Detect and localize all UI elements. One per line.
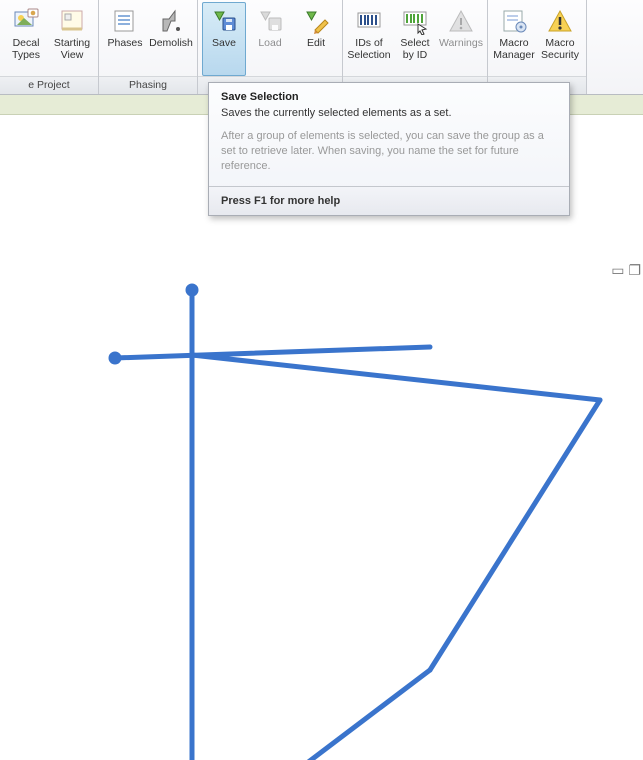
right-dock: ▭ ❐ bbox=[609, 260, 643, 281]
load-button: Load bbox=[248, 2, 292, 76]
ribbon-group: Phases Demolish Phasing bbox=[99, 0, 198, 94]
ids-of-selection-button[interactable]: IDs of Selection bbox=[347, 2, 391, 76]
macro-security-button[interactable]: Macro Security bbox=[538, 2, 582, 76]
macro-manager-icon bbox=[499, 6, 529, 36]
barcode-cursor-icon bbox=[400, 6, 430, 36]
dash-icon[interactable]: ▭ bbox=[611, 262, 624, 279]
button-label: Save bbox=[212, 38, 236, 50]
demolish-icon bbox=[156, 6, 186, 36]
ribbon-group: Macro Manager Macro Security bbox=[488, 0, 587, 94]
ribbon-group: Decal Types Starting View e Project bbox=[0, 0, 99, 94]
tooltip-title: Save Selection bbox=[209, 83, 569, 107]
phases-icon bbox=[110, 6, 140, 36]
button-label: Starting View bbox=[54, 38, 90, 61]
macro-security-icon bbox=[545, 6, 575, 36]
load-sel-icon bbox=[255, 6, 285, 36]
demolish-button[interactable]: Demolish bbox=[149, 2, 193, 76]
decal-types-button[interactable]: Decal Types bbox=[4, 2, 48, 76]
barcode-icon bbox=[354, 6, 384, 36]
tooltip-footer: Press F1 for more help bbox=[209, 186, 569, 215]
group-label: Phasing bbox=[99, 76, 197, 94]
phases-button[interactable]: Phases bbox=[103, 2, 147, 76]
group-label: e Project bbox=[0, 76, 98, 94]
tooltip-extra: After a group of elements is selected, y… bbox=[209, 129, 569, 186]
macro-manager-button[interactable]: Macro Manager bbox=[492, 2, 536, 76]
save-button[interactable]: Save bbox=[202, 2, 246, 76]
button-label: Select by ID bbox=[400, 38, 429, 61]
tooltip-description: Saves the currently selected elements as… bbox=[209, 107, 569, 129]
button-label: IDs of Selection bbox=[347, 38, 390, 61]
button-label: Edit bbox=[307, 38, 325, 50]
warnings-button: Warnings bbox=[439, 2, 483, 76]
starting-view-icon bbox=[57, 6, 87, 36]
save-sel-icon bbox=[209, 6, 239, 36]
tooltip: Save Selection Saves the currently selec… bbox=[208, 82, 570, 216]
decal-icon bbox=[11, 6, 41, 36]
edit-sel-icon bbox=[301, 6, 331, 36]
panel-icon[interactable]: ❐ bbox=[628, 262, 641, 279]
select-by-id-button[interactable]: Select by ID bbox=[393, 2, 437, 76]
warning-icon bbox=[446, 6, 476, 36]
button-label: Decal Types bbox=[12, 38, 40, 61]
button-label: Demolish bbox=[149, 38, 193, 50]
button-label: Warnings bbox=[439, 38, 483, 50]
ribbon-group: IDs of Selection Select by ID Warnings bbox=[343, 0, 488, 94]
starting-view-button[interactable]: Starting View bbox=[50, 2, 94, 76]
ribbon: Decal Types Starting View e Project Phases D… bbox=[0, 0, 643, 95]
button-label: Macro Manager bbox=[493, 38, 534, 61]
button-label: Macro Security bbox=[541, 38, 579, 61]
ribbon-group: Save Load Edit bbox=[198, 0, 343, 94]
button-label: Load bbox=[258, 38, 281, 50]
edit-button[interactable]: Edit bbox=[294, 2, 338, 76]
button-label: Phases bbox=[107, 38, 142, 50]
